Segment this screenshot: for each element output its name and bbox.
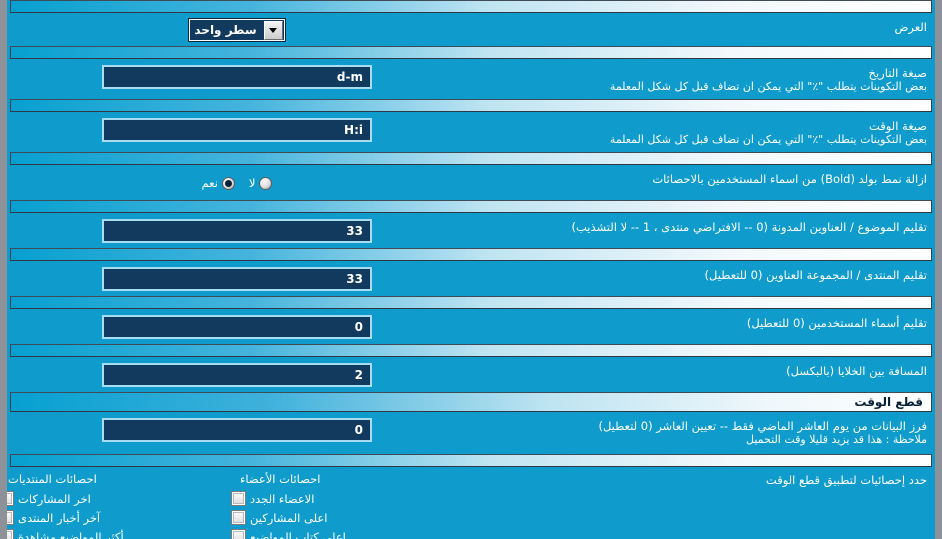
timecut-label: فرز البيانات من يوم العاشر الماضي فقط --… [598,419,927,433]
date-format-label: صيغة التاريخ [868,66,927,80]
time-format-label-cell: صيغة الوقت بعض التكوينات يتطلب "٪" التي … [459,117,927,147]
checkbox-item[interactable]: اعلى كتاب المواضيع [232,527,346,539]
trim-usernames-control [15,314,459,339]
trim-forum-input[interactable] [102,267,372,291]
separator-7 [10,344,932,357]
cell-spacing-label-cell: المسافة بين الخلايا (بالبكسل) [459,362,927,378]
remove-bold-label: ازالة نمط بولد (Bold) من اسماء المستخدمي… [652,172,927,186]
remove-bold-no[interactable]: لا [249,176,273,190]
row-date-format: صيغة التاريخ بعض التكوينات يتطلب "٪" الت… [7,59,935,99]
checkbox-item[interactable]: أكثر المواضيع مشاهدة [7,527,124,539]
row-display: العرض سطر واحد [7,13,935,46]
checkbox-icon[interactable] [7,511,13,524]
remove-bold-yes[interactable]: نعم [202,176,235,190]
trim-usernames-label: تقليم أسماء المستخدمين (0 للتعطيل) [746,316,927,330]
radio-no-icon[interactable] [259,176,273,190]
row-timecut: فرز البيانات من يوم العاشر الماضي فقط --… [7,412,935,454]
checkbox-label: اعلى كتاب المواضيع [250,529,346,539]
stats-column-members: احصائات الأعضاء الاعضاء الجدد اعلى المشا… [227,471,459,539]
time-format-control [15,117,459,142]
stats-column-forums: احصائات المنتديات اخر المشاركات آخر أخبا… [7,471,227,539]
date-format-input[interactable] [102,65,372,89]
trim-forum-label-cell: تقليم المنتدى / المجموعة العناوين (0 للت… [459,266,927,282]
separator-8 [10,454,932,467]
trim-forum-label: تقليم المنتدى / المجموعة العناوين (0 للت… [704,268,927,282]
row-stats-select: حدد إحصائيات لتطبيق قطع الوقت احصائات ال… [7,467,935,539]
checkbox-label: آخر أخبار المنتدى [18,510,101,525]
display-control: سطر واحد [15,18,459,41]
checkbox-icon[interactable] [232,492,245,505]
separator-4 [10,200,932,213]
display-select[interactable]: سطر واحد [189,19,285,41]
timecut-control [15,417,459,442]
stats-select-label: حدد إحصائيات لتطبيق قطع الوقت [765,473,927,487]
trim-usernames-label-cell: تقليم أسماء المستخدمين (0 للتعطيل) [459,314,927,330]
remove-bold-label-cell: ازالة نمط بولد (Bold) من اسماء المستخدمي… [459,170,927,186]
timecut-desc: ملاحظة : هذا قد يزيد قليلا وقت التحميل [746,433,927,446]
top-separator [10,0,932,13]
cell-spacing-input[interactable] [102,363,372,387]
checkbox-icon[interactable] [232,530,245,539]
stats-column-members-header: احصائات الأعضاء [240,472,321,486]
checkbox-item[interactable]: اخر المشاركات [7,489,91,508]
remove-bold-yes-label: نعم [201,176,218,190]
stats-column-forums-header: احصائات المنتديات [8,472,97,486]
date-format-control [15,64,459,89]
trim-forum-control [15,266,459,291]
separator-5 [10,248,932,261]
separator-3 [10,152,932,165]
time-format-input[interactable] [102,118,372,142]
timecut-input[interactable] [102,418,372,442]
checkbox-label: اخر المشاركات [18,491,91,506]
checkbox-item[interactable]: اعلى المشاركين [232,508,327,527]
cell-spacing-control [15,362,459,387]
section-header-timecut: قطع الوقت [10,392,932,412]
trim-thread-input[interactable] [102,219,372,243]
row-trim-thread: تقليم الموضوع / العناوين المدونة (0 -- ا… [7,213,935,248]
stats-select-label-cell: حدد إحصائيات لتطبيق قطع الوقت [459,471,927,487]
section-header-title: قطع الوقت [854,395,923,409]
settings-page: العرض سطر واحد صيغة التاريخ بعض التكوينا… [0,0,942,539]
remove-bold-no-label: لا [248,176,256,190]
date-format-label-cell: صيغة التاريخ بعض التكوينات يتطلب "٪" الت… [459,64,927,94]
remove-bold-control: لا نعم [15,170,459,195]
radio-yes-icon[interactable] [221,176,235,190]
timecut-label-cell: فرز البيانات من يوم العاشر الماضي فقط --… [459,417,927,447]
checkbox-label: أكثر المواضيع مشاهدة [18,529,124,539]
row-trim-usernames: تقليم أسماء المستخدمين (0 للتعطيل) [7,309,935,344]
stats-columns: احصائات الأعضاء الاعضاء الجدد اعلى المشا… [7,471,459,539]
row-time-format: صيغة الوقت بعض التكوينات يتطلب "٪" التي … [7,112,935,152]
row-cell-spacing: المسافة بين الخلايا (بالبكسل) [7,357,935,392]
checkbox-item[interactable]: آخر أخبار المنتدى [7,508,101,527]
trim-usernames-input[interactable] [102,315,372,339]
separator-2 [10,99,932,112]
separator-6 [10,296,932,309]
chevron-down-icon[interactable] [263,20,283,40]
display-label: العرض [894,20,928,34]
date-format-desc: بعض التكوينات يتطلب "٪" التي يمكن ان تضا… [609,80,927,93]
checkbox-label: اعلى المشاركين [250,510,328,525]
row-remove-bold: ازالة نمط بولد (Bold) من اسماء المستخدمي… [7,165,935,200]
display-select-value: سطر واحد [194,23,257,37]
checkbox-icon[interactable] [232,511,245,524]
display-label-cell: العرض [459,18,928,34]
checkbox-label: الاعضاء الجدد [250,491,315,506]
time-format-label: صيغة الوقت [868,119,927,133]
separator-1 [10,46,932,59]
trim-thread-label-cell: تقليم الموضوع / العناوين المدونة (0 -- ا… [459,218,927,234]
trim-thread-label: تقليم الموضوع / العناوين المدونة (0 -- ا… [571,220,927,234]
cell-spacing-label: المسافة بين الخلايا (بالبكسل) [786,364,927,378]
trim-thread-control [15,218,459,243]
checkbox-icon[interactable] [7,492,13,505]
remove-bold-radiogroup: لا نعم [202,171,273,195]
checkbox-icon[interactable] [7,530,13,539]
checkbox-item[interactable]: الاعضاء الجدد [232,489,314,508]
row-trim-forum: تقليم المنتدى / المجموعة العناوين (0 للت… [7,261,935,296]
time-format-desc: بعض التكوينات يتطلب "٪" التي يمكن ان تضا… [609,133,927,146]
